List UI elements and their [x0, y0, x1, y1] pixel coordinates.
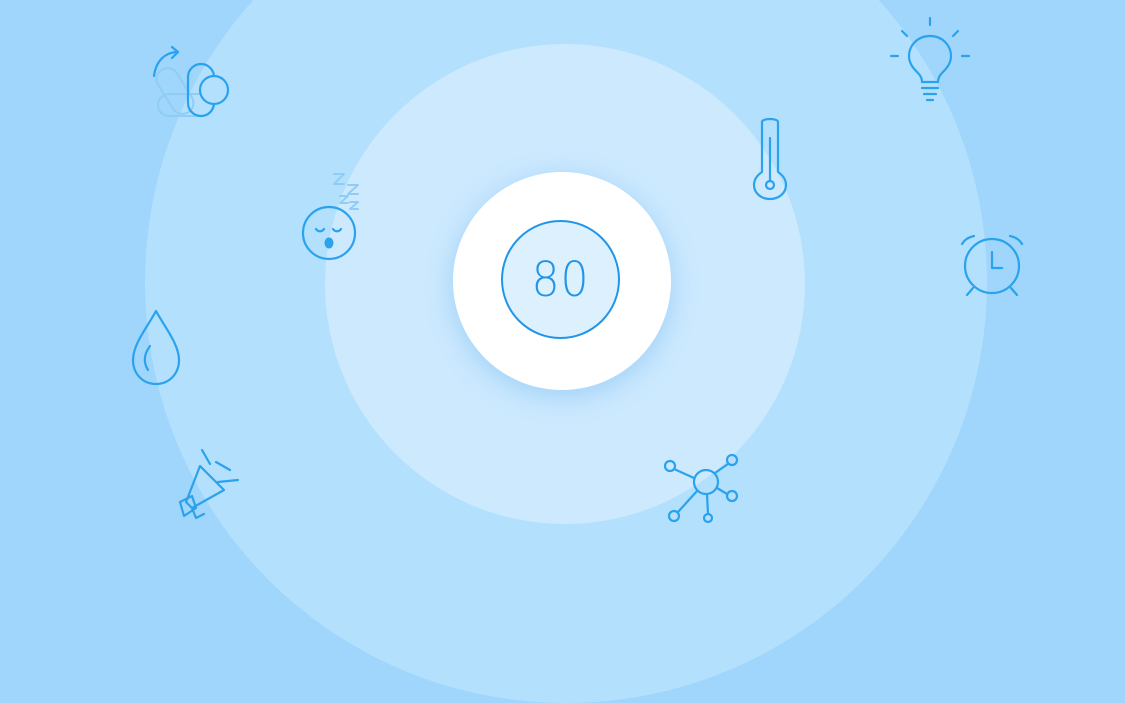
alarm-clock-icon [958, 230, 1026, 300]
thermometer-icon [752, 117, 788, 201]
lightbulb-icon [889, 16, 971, 104]
score-value: 80 [531, 251, 590, 308]
pills-icon [148, 45, 232, 124]
network-hub-icon [662, 452, 742, 526]
scene: 80 [0, 0, 1125, 703]
score-badge: 80 [501, 220, 620, 339]
megaphone-icon [166, 446, 246, 524]
sleep-face-icon [300, 172, 364, 264]
water-drop-icon [130, 308, 184, 388]
